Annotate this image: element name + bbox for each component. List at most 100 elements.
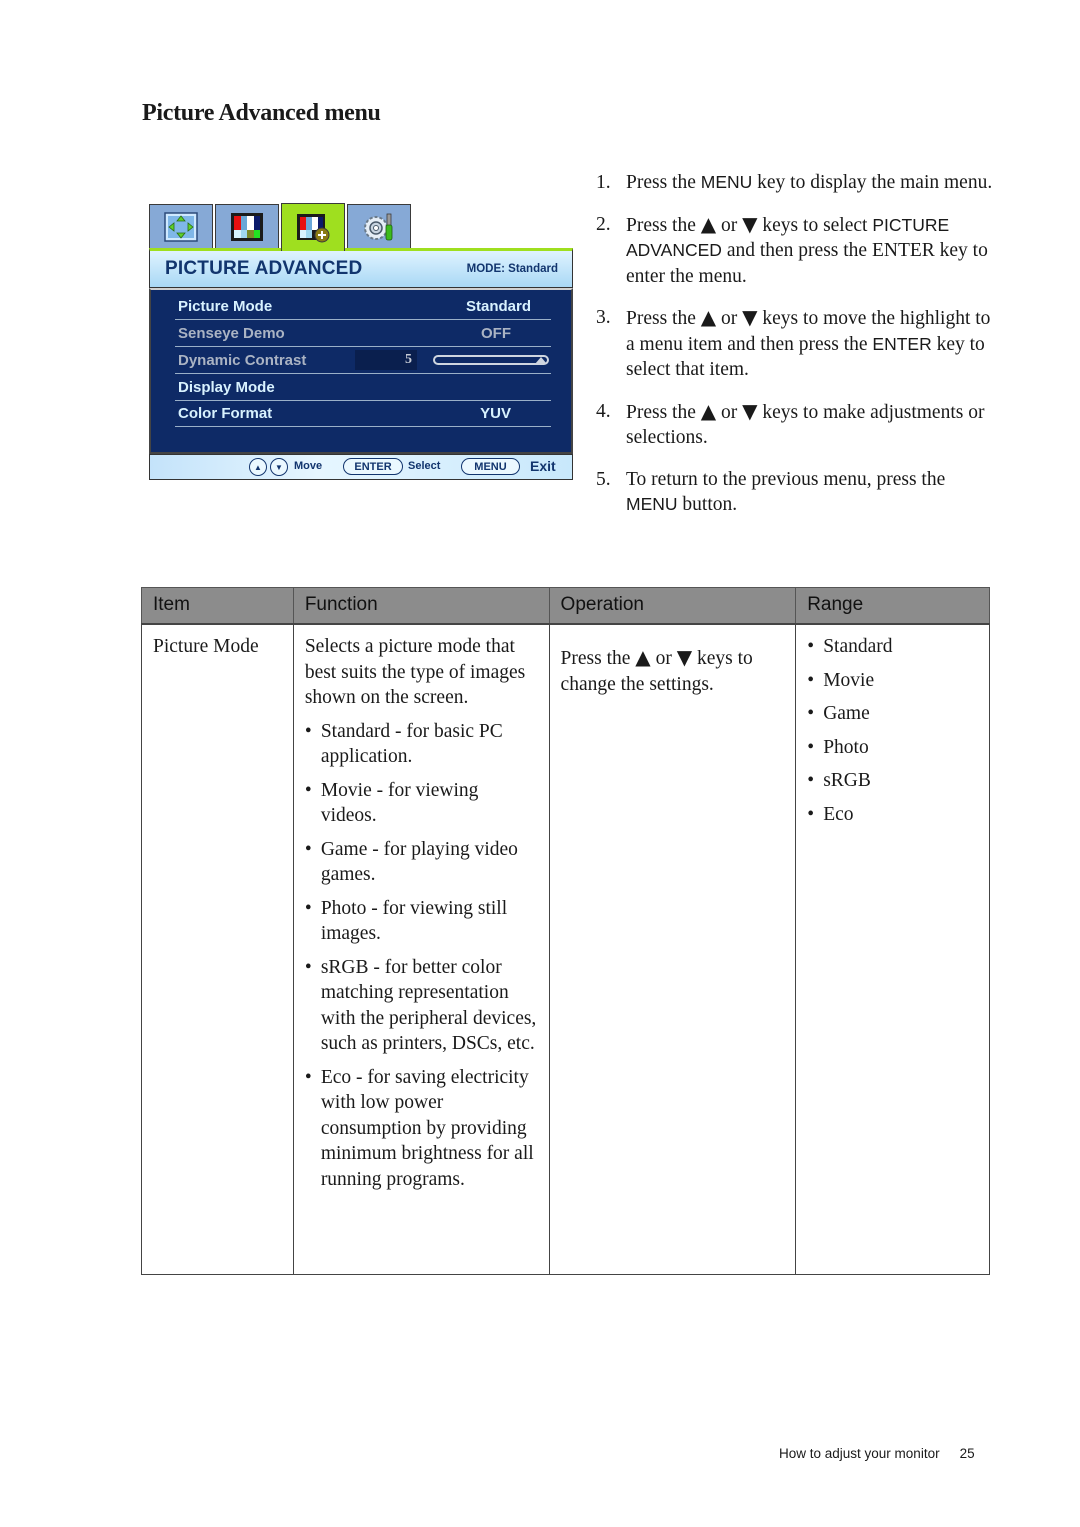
osd-item-dynamic-contrast[interactable]: Dynamic Contrast 5 xyxy=(175,347,551,374)
text-run: Press the xyxy=(626,172,701,193)
settings-table: Item Function Operation Range Picture Mo… xyxy=(141,587,990,1275)
range-option: Standard xyxy=(807,634,979,660)
key-name: MENU xyxy=(700,172,753,192)
down-arrow-key-icon: ▼ xyxy=(270,458,288,476)
range-option: sRGB xyxy=(807,768,979,794)
select-hint: Select xyxy=(408,460,441,472)
text-run: Press the xyxy=(560,648,636,669)
instruction-steps: 1. Press the MENU key to display the main… xyxy=(596,170,996,534)
range-option: Eco xyxy=(807,802,979,828)
osd-item-value: YUV xyxy=(480,404,511,422)
function-bullet: Photo - for viewing still images. xyxy=(305,896,539,947)
range-option: Photo xyxy=(807,735,979,761)
key-name: ENTER xyxy=(872,333,932,354)
step-number: 4. xyxy=(596,400,611,422)
function-bullet: Standard - for basic PC application. xyxy=(305,719,539,770)
text-run: button. xyxy=(677,494,738,515)
osd-tab-picture[interactable] xyxy=(215,204,279,248)
item-name: Picture Mode xyxy=(153,636,259,657)
range-option: Game xyxy=(807,701,979,727)
step-item: 2. Press the ▲ or ▼ keys to select PICTUR… xyxy=(596,212,996,290)
osd-footer-hints: ▲ ▼ Move ENTER Select MENU Exit xyxy=(149,454,573,480)
page-title: Picture Advanced menu xyxy=(142,100,381,126)
operation-text: Press the ▲ or ▼ keys to change the sett… xyxy=(561,645,786,697)
osd-item-label: Picture Mode xyxy=(178,297,273,315)
osd-header-title: PICTURE ADVANCED xyxy=(165,258,363,279)
step-number: 2. xyxy=(596,213,611,235)
down-arrow-icon: ▼ xyxy=(742,398,758,423)
column-header-operation: Operation xyxy=(548,587,797,625)
key-name: MENU xyxy=(626,494,678,514)
exit-hint: Exit xyxy=(530,458,556,474)
osd-tab-display[interactable] xyxy=(149,204,213,248)
table-header-row: Item Function Operation Range xyxy=(141,587,990,625)
osd-header: PICTURE ADVANCED MODE: Standard xyxy=(149,248,573,288)
function-bullet: Eco - for saving electricity with low po… xyxy=(305,1065,539,1193)
column-header-range: Range xyxy=(795,587,990,625)
text-run: or xyxy=(716,308,743,329)
osd-menu-illustration: PICTURE ADVANCED MODE: Standard Picture … xyxy=(149,203,573,480)
step-number: 5. xyxy=(596,468,611,490)
display-position-icon xyxy=(164,211,198,242)
text-run: or xyxy=(716,214,743,236)
text-run: To return to the previous menu, press th… xyxy=(626,468,946,490)
function-intro: Selects a picture mode that best suits t… xyxy=(304,636,526,708)
step-number: 1. xyxy=(596,172,611,193)
dynamic-contrast-slider[interactable] xyxy=(433,355,549,365)
step-number: 3. xyxy=(596,307,611,328)
move-hint: Move xyxy=(294,460,323,472)
osd-item-value: Standard xyxy=(465,297,531,315)
osd-item-picture-mode[interactable]: Picture Mode Standard xyxy=(175,293,551,320)
up-arrow-icon: ▲ xyxy=(700,211,717,236)
osd-item-color-format[interactable]: Color Format YUV xyxy=(175,400,551,427)
picture-advanced-icon xyxy=(297,213,330,242)
column-header-function: Function xyxy=(292,587,550,625)
osd-item-label: Display Mode xyxy=(178,378,275,396)
up-arrow-icon: ▲ xyxy=(700,305,717,329)
osd-tab-picture-advanced[interactable] xyxy=(281,203,345,251)
footer-section-title: How to adjust your monitor xyxy=(779,1446,940,1461)
dynamic-contrast-value: 5 xyxy=(355,350,417,370)
text-run: Press the xyxy=(626,401,701,423)
osd-item-display-mode[interactable]: Display Mode xyxy=(175,374,551,401)
down-arrow-icon: ▼ xyxy=(742,211,758,236)
osd-item-label: Dynamic Contrast xyxy=(178,351,307,369)
up-arrow-icon: ▲ xyxy=(635,645,651,669)
range-cell: Standard Movie Game Photo sRGB Eco xyxy=(795,623,990,1275)
function-bullet: sRGB - for better color matching represe… xyxy=(305,955,539,1057)
osd-tab-system[interactable] xyxy=(347,204,411,248)
operation-cell: Press the ▲ or ▼ keys to change the sett… xyxy=(548,623,797,1275)
item-cell: Picture Mode xyxy=(141,623,294,1275)
range-option: Movie xyxy=(807,668,979,694)
text-run: Press the xyxy=(626,308,701,329)
osd-item-label: Senseye Demo xyxy=(178,324,285,342)
function-cell: Selects a picture mode that best suits t… xyxy=(292,623,550,1275)
slider-knob[interactable] xyxy=(535,357,547,364)
system-settings-icon xyxy=(364,213,393,240)
step-item: 1. Press the MENU key to display the main… xyxy=(596,170,996,196)
menu-key-icon: MENU xyxy=(461,458,520,475)
osd-item-label: Color Format xyxy=(178,404,273,422)
page-number: 25 xyxy=(959,1446,975,1461)
function-bullet: Game - for playing video games. xyxy=(305,837,539,888)
osd-tab-bar xyxy=(149,203,573,251)
text-run: or xyxy=(716,401,743,423)
osd-mode-label: MODE: Standard xyxy=(466,263,558,275)
page-footer: How to adjust your monitor 25 xyxy=(779,1446,975,1461)
step-item: 3. Press the ▲ or ▼ keys to move the high… xyxy=(596,305,996,383)
down-arrow-icon: ▼ xyxy=(676,645,693,669)
text-run: Press the xyxy=(626,214,701,236)
down-arrow-icon: ▼ xyxy=(742,305,758,329)
osd-item-senseye-demo[interactable]: Senseye Demo OFF xyxy=(175,320,551,347)
osd-item-value: OFF xyxy=(481,324,511,342)
up-arrow-icon: ▲ xyxy=(700,398,717,423)
picture-color-bars-icon xyxy=(231,212,263,241)
column-header-item: Item xyxy=(141,587,294,625)
osd-menu-list: Picture Mode Standard Senseye Demo OFF D… xyxy=(149,288,573,454)
text-run: or xyxy=(650,648,677,669)
table-row: Picture Mode Selects a picture mode that… xyxy=(141,623,990,1275)
function-bullet: Movie - for viewing videos. xyxy=(305,778,539,829)
function-bullet-list: Standard - for basic PC application. Movi… xyxy=(305,719,539,1193)
text-run: keys to select xyxy=(757,214,873,236)
up-arrow-key-icon: ▲ xyxy=(249,458,267,476)
